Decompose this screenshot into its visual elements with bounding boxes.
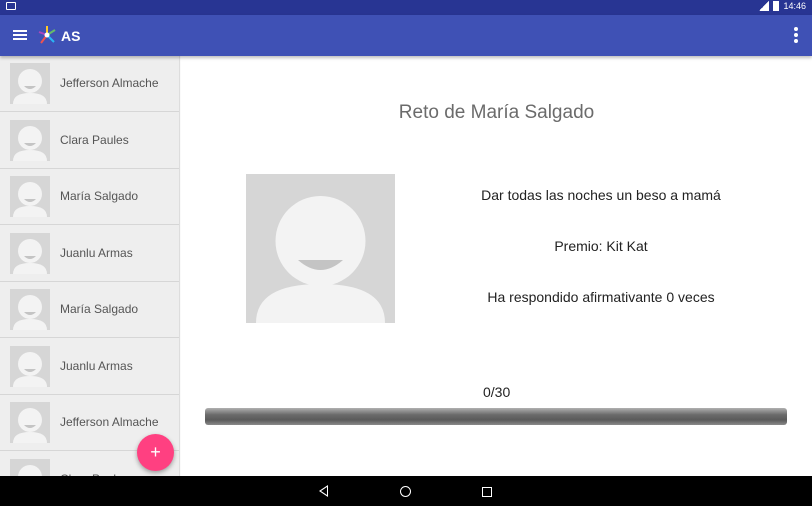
list-item[interactable]: Jefferson Almache: [0, 56, 179, 112]
profile-avatar: [246, 174, 395, 323]
list-item[interactable]: María Salgado: [0, 282, 179, 338]
progress-text: 0/30: [483, 384, 511, 400]
list-item-name: Jefferson Almache: [60, 415, 159, 429]
page-title: Reto de María Salgado: [398, 102, 595, 123]
list-item[interactable]: Juanlu Armas: [0, 226, 179, 282]
status-time: 14:46: [783, 1, 806, 11]
app-bar: AS: [0, 15, 812, 56]
battery-icon: [773, 1, 780, 11]
list-item-name: Juanlu Armas: [60, 358, 133, 373]
avatar: [10, 402, 50, 443]
avatar: [10, 289, 50, 330]
list-item-name: María Salgado: [60, 189, 139, 203]
list-item-name: Clara Paules: [60, 132, 129, 147]
avatar: [10, 458, 50, 476]
challenge-prize: Premio: Kit Kat: [554, 238, 648, 254]
list-item-name: Jefferson Almache: [60, 76, 159, 90]
avatar: [10, 345, 50, 387]
status-icons: 14:46: [759, 1, 806, 11]
list-item-name: María Salgado: [60, 302, 139, 316]
navigation-bar: [0, 476, 812, 506]
avatar: [10, 176, 50, 217]
app-title: AS: [61, 28, 81, 44]
list-item[interactable]: Juanlu Armas: [0, 339, 179, 395]
avatar: [10, 232, 50, 274]
list-item[interactable]: Clara Paules: [0, 113, 179, 169]
nav-recents-icon[interactable]: [482, 487, 492, 497]
avatar: [10, 63, 50, 104]
app-logo-icon: [38, 26, 56, 44]
status-bar: 14:46: [0, 0, 812, 15]
signal-icon: [759, 1, 770, 11]
challenge-list: Jefferson Almache Clara Paules María Salga…: [0, 56, 180, 476]
more-vert-icon[interactable]: [794, 27, 798, 43]
list-item-name: Juanlu Armas: [60, 245, 133, 260]
nav-home-icon[interactable]: [400, 486, 411, 497]
hamburger-icon[interactable]: [13, 30, 27, 40]
nav-back-icon[interactable]: [319, 485, 328, 497]
add-button[interactable]: +: [137, 434, 174, 471]
challenge-detail: Reto de María Salgado Dar todas las noch…: [181, 56, 812, 476]
response-count: Ha respondido afirmativante 0 veces: [487, 289, 715, 305]
list-item[interactable]: María Salgado: [0, 169, 179, 225]
notification-icon: [6, 2, 16, 10]
avatar: [10, 119, 50, 161]
progress-bar: [205, 408, 787, 425]
challenge-description: Dar todas las noches un beso a mamá: [481, 187, 721, 203]
